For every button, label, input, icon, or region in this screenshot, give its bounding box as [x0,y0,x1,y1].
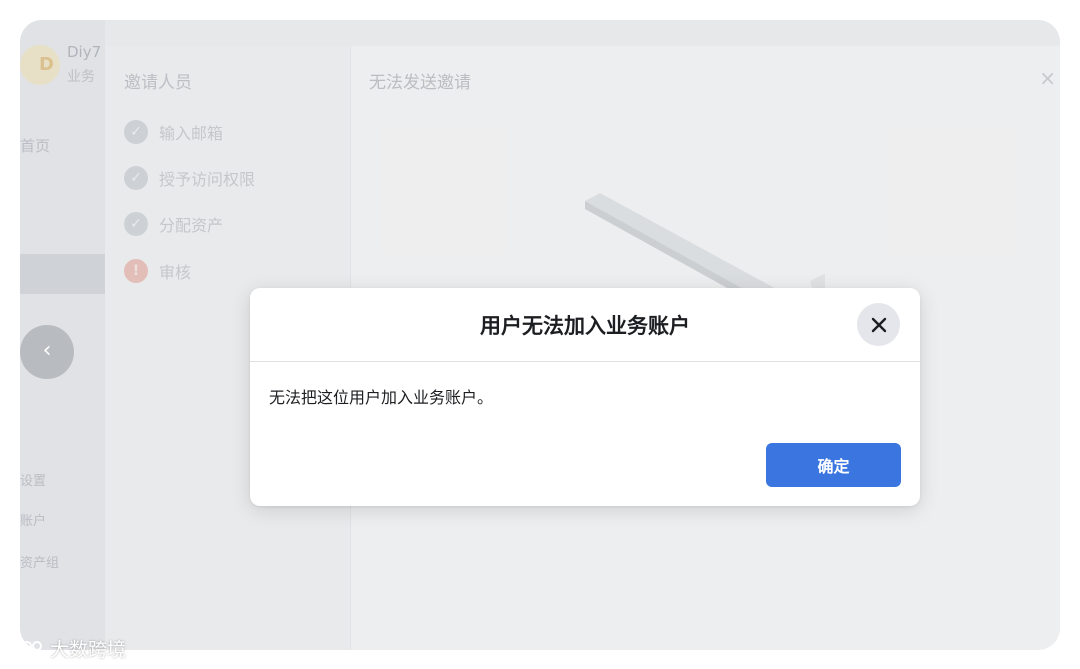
close-icon [871,317,886,332]
watermark: 大数跨境 [10,635,126,662]
dialog-close-button[interactable] [857,303,900,346]
watermark-text: 大数跨境 [50,639,127,661]
error-dialog: 用户无法加入业务账户 无法把这位用户加入业务账户。 确定 [250,288,920,506]
dialog-title: 用户无法加入业务账户 [480,314,690,338]
confirm-button[interactable]: 确定 [766,443,901,487]
dialog-header: 用户无法加入业务账户 [250,288,920,362]
watermark-logo-icon [12,640,42,656]
carousel-prev-button[interactable]: ‹ [20,325,74,379]
dialog-message: 无法把这位用户加入业务账户。 [269,388,494,407]
